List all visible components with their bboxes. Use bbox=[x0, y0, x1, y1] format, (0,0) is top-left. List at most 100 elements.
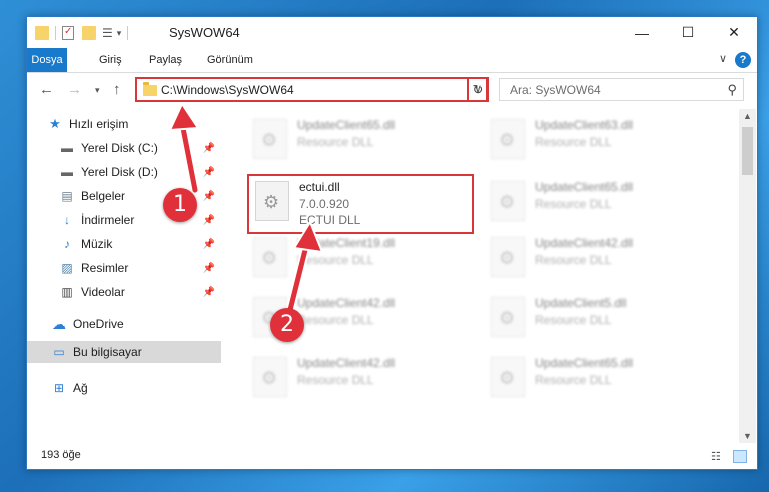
search-icon: ⚲ bbox=[727, 82, 737, 97]
sidebar-item-label: Belgeler bbox=[81, 189, 126, 203]
sidebar-item-network[interactable]: ⊞ Ağ bbox=[27, 377, 221, 399]
drive-icon: ▬ bbox=[61, 165, 73, 179]
customize-dropdown-icon[interactable]: ▾ bbox=[117, 28, 122, 39]
file-name: UpdateClient42.dll bbox=[535, 236, 634, 250]
new-folder-icon[interactable] bbox=[82, 26, 96, 40]
pin-icon[interactable]: 📌 bbox=[203, 239, 215, 250]
divider bbox=[55, 26, 56, 40]
file-type: Resource DLL bbox=[297, 253, 374, 267]
minimize-icon: — bbox=[635, 24, 649, 41]
scroll-up-icon[interactable]: ▲ bbox=[743, 111, 752, 121]
address-text: C:\Windows\SysWOW64 bbox=[161, 83, 294, 97]
list-item[interactable]: UpdateClient42.dll Resource DLL bbox=[485, 231, 720, 285]
file-type: Resource DLL bbox=[297, 373, 374, 387]
maximize-button[interactable]: ☐ bbox=[665, 17, 711, 48]
file-name: UpdateClient42.dll bbox=[297, 296, 396, 310]
sidebar-item-label: İndirmeler bbox=[81, 213, 135, 227]
scroll-down-icon[interactable]: ▼ bbox=[743, 431, 752, 441]
sidebar-item-label: Hızlı erişim bbox=[69, 117, 129, 131]
sidebar-item-disk-c[interactable]: ▬ Yerel Disk (C:) 📌 bbox=[27, 137, 221, 159]
dll-file-icon bbox=[491, 119, 525, 159]
tab-giris[interactable]: Giriş bbox=[89, 48, 132, 72]
folder-icon[interactable] bbox=[35, 26, 49, 40]
close-button[interactable]: ✕ bbox=[711, 17, 757, 48]
file-type: Resource DLL bbox=[535, 373, 612, 387]
sidebar-item-music[interactable]: ♪ Müzik 📌 bbox=[27, 233, 221, 255]
sidebar-item-quick-access[interactable]: ★ Hızlı erişim bbox=[27, 113, 221, 135]
dll-file-icon bbox=[253, 357, 287, 397]
divider bbox=[127, 26, 129, 40]
file-type: Resource DLL bbox=[297, 135, 374, 149]
list-item[interactable]: UpdateClient42.dll Resource DLL bbox=[247, 351, 482, 405]
tab-dosya[interactable]: Dosya bbox=[27, 48, 67, 72]
properties-icon[interactable]: ✓ bbox=[62, 26, 74, 40]
refresh-button[interactable]: ↻ bbox=[467, 77, 489, 102]
callout-badge-2: 2 bbox=[270, 308, 304, 342]
sidebar-item-label: Yerel Disk (C:) bbox=[81, 141, 158, 155]
sidebar-item-label: Ağ bbox=[73, 381, 88, 395]
list-item[interactable]: UpdateClient63.dll Resource DLL bbox=[485, 113, 720, 167]
vertical-scrollbar[interactable]: ▲ ▼ bbox=[739, 109, 756, 443]
list-item[interactable]: UpdateClient65.dll Resource DLL bbox=[247, 113, 482, 167]
large-icons-view-icon[interactable] bbox=[733, 450, 747, 463]
search-placeholder: Ara: SysWOW64 bbox=[510, 83, 601, 97]
sidebar-item-this-pc[interactable]: ▭ Bu bilgisayar bbox=[27, 341, 221, 363]
pictures-icon: ▨ bbox=[61, 261, 73, 275]
tab-paylas[interactable]: Paylaş bbox=[139, 48, 192, 72]
list-item[interactable]: UpdateClient5.dll Resource DLL bbox=[485, 291, 720, 345]
item-count: 193 öğe bbox=[41, 449, 81, 461]
sidebar-item-pictures[interactable]: ▨ Resimler 📌 bbox=[27, 257, 221, 279]
search-input[interactable]: Ara: SysWOW64 ⚲ bbox=[499, 78, 744, 101]
file-name: UpdateClient65.dll bbox=[535, 356, 634, 370]
ribbon-tabs: Dosya Giriş Paylaş Görünüm ∨ ? bbox=[27, 48, 757, 73]
list-item[interactable]: UpdateClient65.dll Resource DLL bbox=[485, 175, 720, 229]
file-name: UpdateClient63.dll bbox=[535, 118, 634, 132]
help-icon[interactable]: ? bbox=[735, 52, 751, 68]
file-type: Resource DLL bbox=[297, 313, 374, 327]
pin-icon[interactable]: 📌 bbox=[203, 143, 215, 154]
tab-gorunum[interactable]: Görünüm bbox=[197, 48, 263, 72]
callout-badge-1: 1 bbox=[163, 188, 197, 222]
up-arrow-icon[interactable]: ↑ bbox=[113, 81, 121, 98]
dll-file-icon bbox=[253, 119, 287, 159]
scrollbar-thumb[interactable] bbox=[742, 127, 753, 175]
dll-file-icon bbox=[253, 237, 287, 277]
close-icon: ✕ bbox=[728, 24, 740, 40]
sidebar-item-label: Videolar bbox=[81, 285, 125, 299]
navigation-bar: ← → ▾ ↑ C:\Windows\SysWOW64 ∨ ↻ Ara: Sys… bbox=[27, 73, 757, 107]
file-name: UpdateClient65.dll bbox=[297, 118, 396, 132]
back-arrow-icon[interactable]: ← bbox=[39, 81, 54, 98]
pin-icon[interactable]: 📌 bbox=[203, 287, 215, 298]
recent-locations-icon[interactable]: ▾ bbox=[95, 85, 100, 96]
sidebar-item-label: Bu bilgisayar bbox=[73, 345, 142, 359]
file-name: UpdateClient19.dll bbox=[297, 236, 396, 250]
sidebar-item-onedrive[interactable]: ☁ OneDrive bbox=[27, 313, 221, 335]
forward-arrow-icon[interactable]: → bbox=[67, 81, 82, 98]
status-bar: 193 öğe ☷ bbox=[27, 445, 757, 469]
file-name: UpdateClient5.dll bbox=[535, 296, 627, 310]
pin-icon[interactable]: 📌 bbox=[203, 167, 215, 178]
dll-file-icon bbox=[491, 297, 525, 337]
minimize-button[interactable]: — bbox=[619, 17, 665, 48]
dll-file-icon bbox=[491, 181, 525, 221]
computer-icon: ▭ bbox=[53, 345, 65, 359]
expand-ribbon-icon[interactable]: ∨ bbox=[719, 52, 727, 65]
sidebar-item-label: Yerel Disk (D:) bbox=[81, 165, 158, 179]
dll-file-icon bbox=[491, 357, 525, 397]
refresh-icon: ↻ bbox=[472, 82, 484, 97]
pin-icon[interactable]: 📌 bbox=[203, 215, 215, 226]
music-icon: ♪ bbox=[64, 237, 70, 251]
sidebar-item-videos[interactable]: ▥ Videolar 📌 bbox=[27, 281, 221, 303]
address-bar[interactable]: C:\Windows\SysWOW64 ∨ bbox=[135, 77, 488, 102]
pin-icon[interactable]: 📌 bbox=[203, 263, 215, 274]
details-view-icon[interactable]: ☷ bbox=[711, 450, 725, 463]
dll-file-icon bbox=[491, 237, 525, 277]
documents-icon: ▤ bbox=[61, 189, 73, 203]
navigation-pane: ★ Hızlı erişim ▬ Yerel Disk (C:) 📌 ▬ Yer… bbox=[27, 113, 221, 433]
pin-icon[interactable]: 📌 bbox=[203, 191, 215, 202]
list-item[interactable]: UpdateClient65.dll Resource DLL bbox=[485, 351, 720, 405]
view-list-icon[interactable]: ☰ bbox=[102, 26, 113, 40]
list-item[interactable]: UpdateClient19.dll Resource DLL bbox=[247, 231, 482, 285]
sidebar-item-label: Resimler bbox=[81, 261, 129, 275]
sidebar-item-disk-d[interactable]: ▬ Yerel Disk (D:) 📌 bbox=[27, 161, 221, 183]
